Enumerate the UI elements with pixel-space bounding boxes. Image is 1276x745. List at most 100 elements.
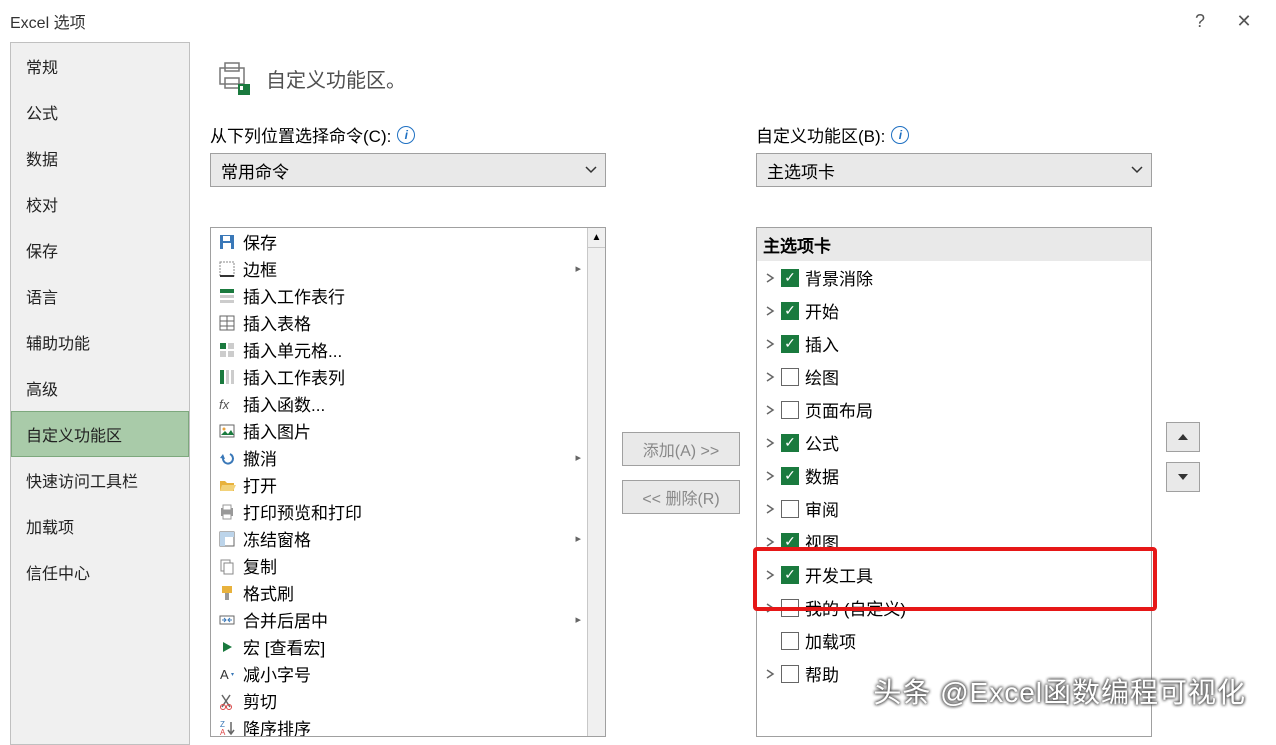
freeze-icon [217, 529, 237, 549]
command-item[interactable]: 插入单元格... [211, 336, 587, 363]
command-item[interactable]: 插入工作表列 [211, 363, 587, 390]
tree-item[interactable]: 绘图 [757, 360, 1151, 393]
command-item[interactable]: 边框▸ [211, 255, 587, 282]
sidebar-item[interactable]: 语言 [11, 273, 189, 319]
save-icon [217, 232, 237, 252]
checkbox[interactable]: ✓ [781, 467, 799, 485]
info-icon[interactable]: i [891, 126, 909, 144]
command-listbox[interactable]: 保存边框▸插入工作表行插入表格插入单元格...插入工作表列fx插入函数...插入… [210, 227, 606, 737]
sidebar-item[interactable]: 公式 [11, 89, 189, 135]
command-item[interactable]: 合并后居中▸ [211, 606, 587, 633]
checkbox[interactable]: ✓ [781, 434, 799, 452]
chevron-right-icon[interactable] [763, 568, 777, 582]
scroll-up-icon[interactable]: ▲ [588, 228, 605, 248]
chevron-right-icon[interactable] [763, 403, 777, 417]
printprev-icon [217, 502, 237, 522]
command-label: 插入工作表行 [243, 283, 345, 308]
move-up-button[interactable] [1166, 422, 1200, 452]
tree-item[interactable]: 我的 (自定义) [757, 591, 1151, 624]
tree-item-label: 页面布局 [805, 397, 873, 422]
checkbox[interactable] [781, 665, 799, 683]
ribbon-tree[interactable]: 主选项卡 ✓背景消除✓开始✓插入绘图页面布局✓公式✓数据审阅✓视图✓开发工具我的… [756, 227, 1152, 737]
checkbox[interactable] [781, 401, 799, 419]
cut-icon [217, 691, 237, 711]
insertpic-icon [217, 421, 237, 441]
chevron-right-icon[interactable] [763, 304, 777, 318]
tree-item[interactable]: ✓ 开始 [757, 294, 1151, 327]
command-item[interactable]: 插入图片 [211, 417, 587, 444]
checkbox[interactable] [781, 500, 799, 518]
tree-item-label: 开发工具 [805, 562, 873, 587]
checkbox[interactable]: ✓ [781, 269, 799, 287]
inserttable-icon [217, 313, 237, 333]
sidebar-item[interactable]: 辅助功能 [11, 319, 189, 365]
tree-item[interactable]: ✓ 开发工具 [757, 558, 1151, 591]
tree-item[interactable]: 加载项 [757, 624, 1151, 657]
sidebar-item[interactable]: 保存 [11, 227, 189, 273]
command-item[interactable]: 打印预览和打印 [211, 498, 587, 525]
remove-button[interactable]: << 删除(R) [622, 480, 740, 514]
chevron-right-icon[interactable] [763, 370, 777, 384]
command-item[interactable]: ZA降序排序 [211, 714, 587, 736]
command-label: 撤消 [243, 445, 277, 470]
command-item[interactable]: A减小字号 [211, 660, 587, 687]
command-item[interactable]: 宏 [查看宏] [211, 633, 587, 660]
sidebar-item[interactable]: 高级 [11, 365, 189, 411]
command-item[interactable]: fx插入函数... [211, 390, 587, 417]
left-combo-value: 常用命令 [221, 158, 289, 183]
close-button[interactable]: ✕ [1222, 6, 1266, 36]
left-combo[interactable]: 常用命令 [210, 153, 606, 187]
command-item[interactable]: 插入工作表行 [211, 282, 587, 309]
info-icon[interactable]: i [397, 126, 415, 144]
sidebar-item[interactable]: 常规 [11, 43, 189, 89]
chevron-right-icon[interactable] [763, 535, 777, 549]
checkbox[interactable] [781, 632, 799, 650]
tree-item[interactable]: ✓公式 [757, 426, 1151, 459]
command-item[interactable]: 打开 [211, 471, 587, 498]
sidebar-item[interactable]: 加载项 [11, 503, 189, 549]
command-item[interactable]: 冻结窗格▸ [211, 525, 587, 552]
sidebar-item[interactable]: 自定义功能区 [11, 411, 189, 457]
command-item[interactable]: 撤消▸ [211, 444, 587, 471]
command-label: 插入工作表列 [243, 364, 345, 389]
sidebar-item[interactable]: 快速访问工具栏 [11, 457, 189, 503]
command-item[interactable]: 复制 [211, 552, 587, 579]
command-item[interactable]: 保存 [211, 228, 587, 255]
chevron-right-icon[interactable] [763, 436, 777, 450]
chevron-right-icon[interactable] [763, 502, 777, 516]
command-label: 边框 [243, 256, 277, 281]
tree-item[interactable]: ✓背景消除 [757, 261, 1151, 294]
chevron-right-icon[interactable] [763, 337, 777, 351]
help-button[interactable]: ? [1178, 6, 1222, 36]
checkbox[interactable] [781, 599, 799, 617]
checkbox[interactable]: ✓ [781, 335, 799, 353]
tree-item[interactable]: ✓插入 [757, 327, 1151, 360]
command-label: 格式刷 [243, 580, 294, 605]
chevron-right-icon[interactable] [763, 271, 777, 285]
chevron-right-icon[interactable] [763, 601, 777, 615]
tree-item-label: 开始 [805, 298, 839, 323]
checkbox[interactable]: ✓ [781, 302, 799, 320]
tree-item[interactable]: 审阅 [757, 492, 1151, 525]
command-item[interactable]: 剪切 [211, 687, 587, 714]
sidebar-item[interactable]: 信任中心 [11, 549, 189, 595]
add-button[interactable]: 添加(A) >> [622, 432, 740, 466]
command-item[interactable]: 格式刷 [211, 579, 587, 606]
checkbox[interactable] [781, 368, 799, 386]
scrollbar[interactable]: ▲ [587, 228, 605, 736]
window-title: Excel 选项 [10, 9, 86, 33]
open-icon [217, 475, 237, 495]
checkbox[interactable]: ✓ [781, 566, 799, 584]
checkbox[interactable]: ✓ [781, 533, 799, 551]
tree-item[interactable]: 页面布局 [757, 393, 1151, 426]
chevron-right-icon[interactable] [763, 469, 777, 483]
right-combo[interactable]: 主选项卡 [756, 153, 1152, 187]
command-item[interactable]: 插入表格 [211, 309, 587, 336]
tree-item[interactable]: ✓视图 [757, 525, 1151, 558]
move-down-button[interactable] [1166, 462, 1200, 492]
sidebar-item[interactable]: 校对 [11, 181, 189, 227]
command-label: 合并后居中 [243, 607, 328, 632]
sidebar-item[interactable]: 数据 [11, 135, 189, 181]
chevron-right-icon[interactable] [763, 667, 777, 681]
tree-item[interactable]: ✓数据 [757, 459, 1151, 492]
